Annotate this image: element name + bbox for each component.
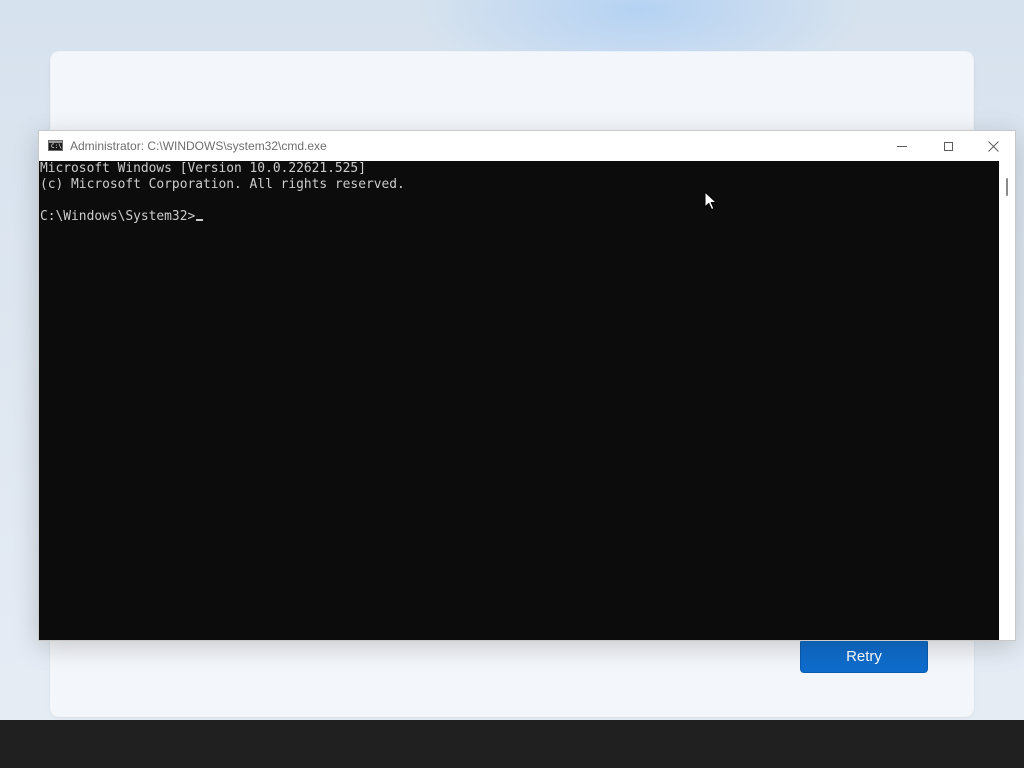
maximize-icon <box>943 141 953 151</box>
window-title: Administrator: C:\WINDOWS\system32\cmd.e… <box>70 139 327 153</box>
text-cursor <box>196 219 204 221</box>
mouse-pointer-icon <box>704 191 717 211</box>
close-button[interactable] <box>970 131 1016 161</box>
cmd-window[interactable]: C:\ Administrator: C:\WINDOWS\system32\c… <box>38 130 1016 641</box>
console-line-version: Microsoft Windows [Version 10.0.22621.52… <box>40 161 366 176</box>
cmd-icon[interactable]: C:\ <box>48 140 63 151</box>
console-output[interactable]: Microsoft Windows [Version 10.0.22621.52… <box>39 161 999 640</box>
minimize-icon <box>897 145 907 147</box>
title-bar[interactable]: C:\ Administrator: C:\WINDOWS\system32\c… <box>39 131 1015 161</box>
close-icon <box>987 140 999 152</box>
minimize-button[interactable] <box>879 131 925 161</box>
console-line-copyright: (c) Microsoft Corporation. All rights re… <box>40 177 405 192</box>
taskbar <box>0 720 1024 768</box>
scrollbar-thumb[interactable] <box>1006 178 1008 196</box>
maximize-button[interactable] <box>925 131 971 161</box>
vertical-scrollbar[interactable] <box>999 161 1015 640</box>
retry-button[interactable]: Retry <box>800 639 928 673</box>
console-prompt-line[interactable]: C:\Windows\System32> <box>40 209 204 225</box>
console-prompt: C:\Windows\System32> <box>40 209 196 224</box>
